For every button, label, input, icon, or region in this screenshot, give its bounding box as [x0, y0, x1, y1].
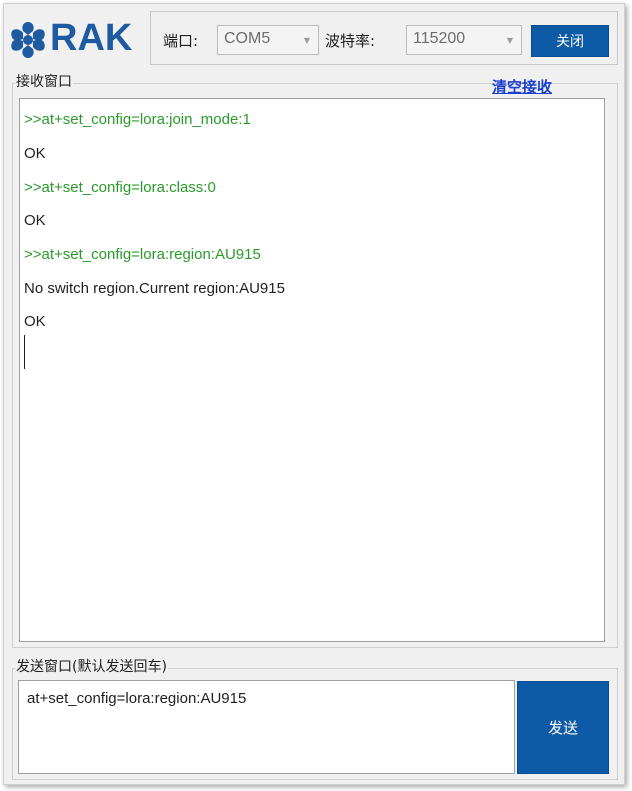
clear-receive-link[interactable]: 清空接收 — [492, 76, 552, 97]
connection-config-panel: 端口: COM5 ▼ 波特率: 115200 ▼ 关闭 — [150, 11, 618, 65]
port-select[interactable]: COM5 ▼ — [217, 25, 319, 55]
baud-rate-label: 波特率: — [325, 32, 376, 50]
log-line: No switch region.Current region:AU915 — [24, 280, 285, 297]
log-line: OK — [24, 313, 46, 330]
chevron-down-icon[interactable]: ▼ — [499, 26, 521, 54]
send-window-title: 发送窗口(默认发送回车) — [15, 659, 168, 675]
receive-log-area[interactable]: >>at+set_config=lora:join_mode:1 OK >>at… — [19, 98, 605, 642]
logo-text: RAK — [50, 17, 133, 59]
port-label: 端口: — [163, 32, 199, 50]
baud-rate-select-value: 115200 — [413, 30, 466, 47]
log-line: OK — [24, 145, 46, 162]
close-port-button[interactable]: 关闭 — [531, 25, 609, 57]
log-line: >>at+set_config=lora:region:AU915 — [24, 246, 261, 263]
log-line: >>at+set_config=lora:join_mode:1 — [24, 111, 251, 128]
rak-logo: RAK — [6, 17, 146, 62]
serial-tool-window: RAK 端口: COM5 ▼ 波特率: 115200 ▼ 关闭 接收窗口 清空接… — [3, 3, 625, 785]
send-input[interactable]: at+set_config=lora:region:AU915 — [18, 680, 515, 774]
baud-rate-select[interactable]: 115200 ▼ — [406, 25, 522, 55]
text-caret — [24, 335, 25, 369]
receive-window-title: 接收窗口 — [15, 74, 73, 90]
rak-hexagon-logo-icon — [11, 22, 45, 58]
send-button[interactable]: 发送 — [517, 681, 609, 774]
port-select-value: COM5 — [224, 30, 271, 47]
log-line: >>at+set_config=lora:class:0 — [24, 179, 216, 196]
log-line: OK — [24, 212, 46, 229]
chevron-down-icon[interactable]: ▼ — [296, 26, 318, 54]
